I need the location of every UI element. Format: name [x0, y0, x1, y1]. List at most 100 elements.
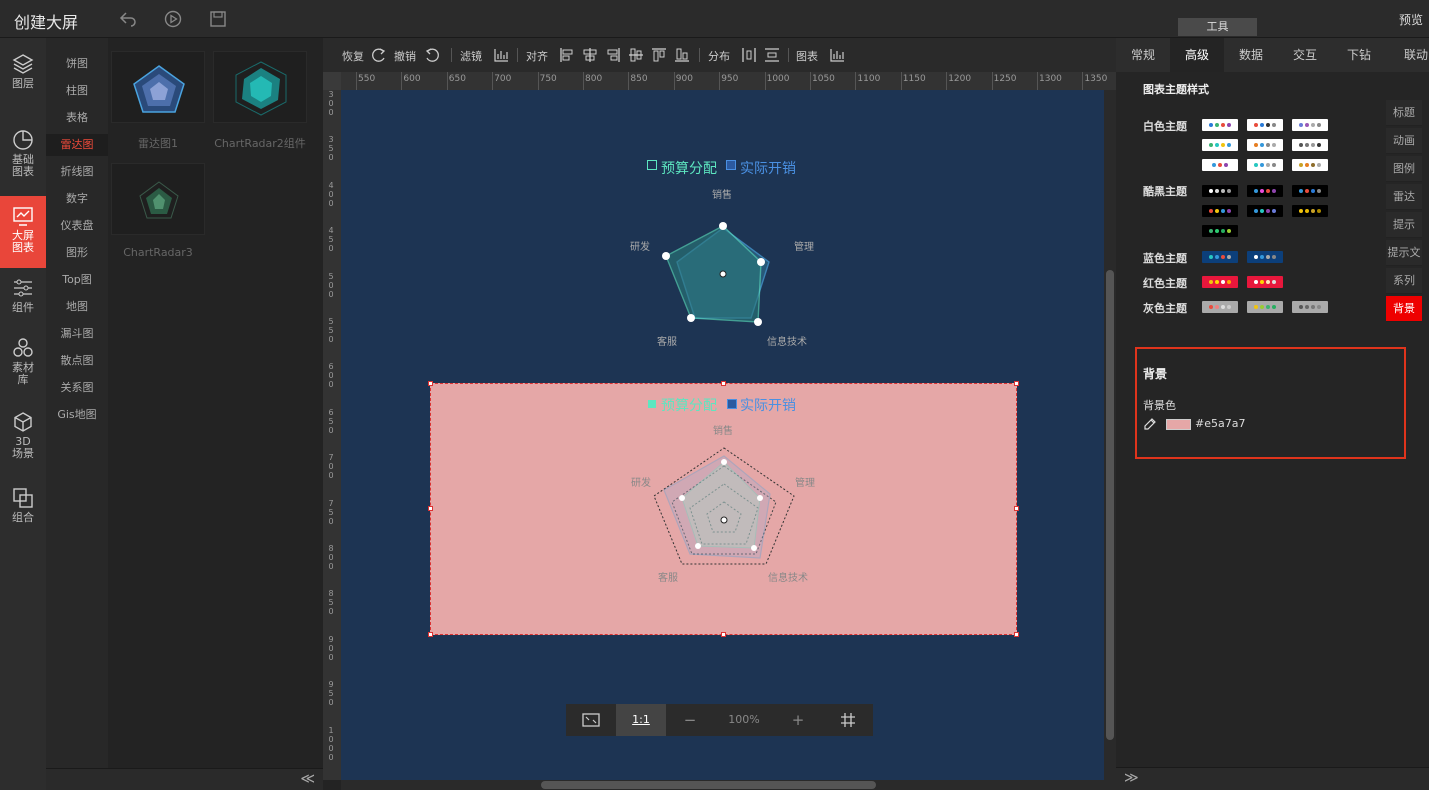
category-radar[interactable]: 雷达图	[46, 134, 108, 156]
tab-drilldown[interactable]: 下钻	[1332, 38, 1386, 72]
theme-swatch[interactable]	[1202, 276, 1238, 288]
category-table[interactable]: 表格	[46, 107, 108, 129]
save-icon[interactable]	[208, 9, 228, 29]
zoom-out-button[interactable]: −	[666, 704, 714, 736]
redo-button[interactable]: 恢复	[342, 48, 364, 64]
nav-combine[interactable]: 组合	[0, 486, 46, 530]
theme-swatch[interactable]	[1247, 119, 1283, 131]
theme-swatch[interactable]	[1292, 119, 1328, 131]
resize-handle[interactable]	[1014, 381, 1019, 386]
nav-big-screen-charts[interactable]: 大屏 图表	[0, 196, 46, 268]
side-tab-title[interactable]: 标题	[1386, 100, 1422, 126]
zoom-1to1-button[interactable]: 1:1	[616, 704, 666, 736]
horizontal-scroll-thumb[interactable]	[541, 781, 876, 789]
preview-button[interactable]: 预览	[1399, 11, 1423, 28]
theme-swatch[interactable]	[1292, 185, 1328, 197]
theme-swatch[interactable]	[1202, 185, 1238, 197]
align-middle-v-icon[interactable]	[628, 47, 644, 63]
nav-basic-charts[interactable]: 基础 图表	[0, 128, 46, 184]
category-map[interactable]: 地图	[46, 296, 108, 318]
category-gauge[interactable]: 仪表盘	[46, 215, 108, 237]
tab-advanced[interactable]: 高级	[1170, 38, 1224, 72]
nav-components[interactable]: 组件	[0, 276, 46, 320]
theme-swatch[interactable]	[1202, 159, 1238, 171]
filter-chart-icon[interactable]	[493, 47, 509, 63]
undo-button[interactable]: 撤销	[394, 48, 416, 64]
align-right-icon[interactable]	[605, 47, 621, 63]
side-tab-series[interactable]: 系列	[1386, 268, 1422, 294]
radar-chart-1[interactable]: 预算分配 实际开销 销售 管理 信息技术 客服 研发	[341, 90, 1104, 370]
distribute-v-icon[interactable]	[764, 47, 780, 63]
thumb-chartradar2[interactable]	[213, 51, 307, 123]
theme-swatch[interactable]	[1202, 251, 1238, 263]
theme-swatch[interactable]	[1202, 119, 1238, 131]
undo-icon[interactable]	[424, 47, 440, 63]
collapse-right-icon[interactable]: ≫	[1124, 770, 1139, 786]
category-pie[interactable]: 饼图	[46, 53, 108, 75]
distribute-button[interactable]: 分布	[708, 48, 730, 64]
theme-swatch[interactable]	[1202, 301, 1238, 313]
nav-material[interactable]: 素材库	[0, 336, 46, 394]
align-center-h-icon[interactable]	[582, 47, 598, 63]
side-tab-background[interactable]: 背景	[1386, 296, 1422, 322]
resize-handle[interactable]	[1014, 506, 1019, 511]
grid-icon[interactable]	[822, 704, 873, 736]
collapse-left-icon[interactable]: ≪	[300, 771, 315, 787]
theme-swatch[interactable]	[1292, 159, 1328, 171]
legend-actual[interactable]: 实际开销	[740, 158, 796, 178]
category-shape[interactable]: 图形	[46, 242, 108, 264]
play-icon[interactable]	[163, 9, 183, 29]
align-button[interactable]: 对齐	[526, 48, 548, 64]
category-gis-map[interactable]: Gis地图	[46, 404, 108, 426]
background-color-swatch[interactable]	[1166, 419, 1191, 430]
radar-chart-2-selected[interactable]: 预算分配 实际开销 销售 管理 信息技术 客服 研发	[428, 381, 1019, 637]
nav-3d-scene[interactable]: 3D 场景	[0, 410, 46, 468]
tab-data[interactable]: 数据	[1224, 38, 1278, 72]
resize-handle[interactable]	[428, 506, 433, 511]
tools-tab[interactable]: 工具	[1178, 18, 1257, 36]
theme-swatch[interactable]	[1202, 139, 1238, 151]
side-tab-tooltip-text[interactable]: 提示文	[1386, 240, 1422, 266]
theme-swatch[interactable]	[1292, 205, 1328, 217]
theme-swatch[interactable]	[1247, 159, 1283, 171]
theme-swatch[interactable]	[1292, 301, 1328, 313]
side-tab-legend[interactable]: 图例	[1386, 156, 1422, 182]
side-tab-tooltip[interactable]: 提示	[1386, 212, 1422, 238]
resize-handle[interactable]	[721, 632, 726, 637]
resize-handle[interactable]	[1014, 632, 1019, 637]
filter-button[interactable]: 滤镜	[460, 48, 482, 64]
legend-actual[interactable]: 实际开销	[740, 395, 796, 415]
category-line[interactable]: 折线图	[46, 161, 108, 183]
chart-icon[interactable]	[829, 47, 845, 63]
resize-handle[interactable]	[428, 381, 433, 386]
nav-layers[interactable]: 图层	[0, 52, 46, 100]
side-tab-animation[interactable]: 动画	[1386, 128, 1422, 154]
horizontal-scrollbar[interactable]	[341, 780, 1116, 790]
eyedropper-icon[interactable]	[1143, 417, 1157, 431]
thumb-radar1[interactable]	[111, 51, 205, 123]
theme-swatch[interactable]	[1247, 205, 1283, 217]
redo-icon[interactable]	[371, 47, 387, 63]
theme-swatch[interactable]	[1202, 225, 1238, 237]
theme-swatch[interactable]	[1202, 205, 1238, 217]
tab-general[interactable]: 常规	[1116, 38, 1170, 72]
category-top[interactable]: Top图	[46, 269, 108, 291]
side-tab-radar[interactable]: 雷达	[1386, 184, 1422, 210]
back-icon[interactable]	[118, 9, 138, 29]
fit-screen-icon[interactable]	[566, 704, 616, 736]
category-bar[interactable]: 柱图	[46, 80, 108, 102]
theme-swatch[interactable]	[1247, 185, 1283, 197]
legend-budget[interactable]: 预算分配	[661, 158, 717, 178]
theme-swatch[interactable]	[1247, 139, 1283, 151]
zoom-in-button[interactable]: +	[774, 704, 822, 736]
chart-button[interactable]: 图表	[796, 48, 818, 64]
resize-handle[interactable]	[721, 381, 726, 386]
vertical-scrollbar[interactable]	[1104, 90, 1116, 780]
category-scatter[interactable]: 散点图	[46, 350, 108, 372]
align-left-icon[interactable]	[559, 47, 575, 63]
vertical-scroll-thumb[interactable]	[1106, 270, 1114, 740]
category-number[interactable]: 数字	[46, 188, 108, 210]
align-top-icon[interactable]	[651, 47, 667, 63]
theme-swatch[interactable]	[1247, 301, 1283, 313]
theme-swatch[interactable]	[1247, 276, 1283, 288]
